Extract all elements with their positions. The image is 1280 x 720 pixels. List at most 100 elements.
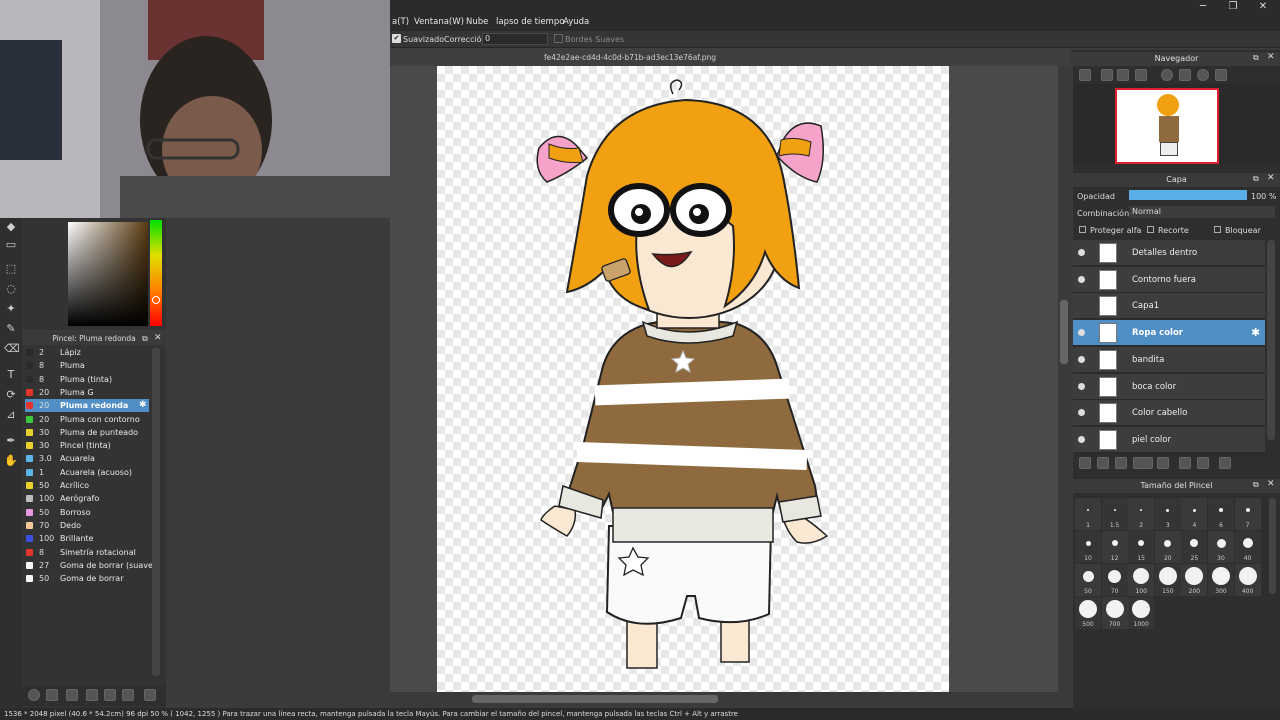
rotate-left-icon[interactable]	[1161, 69, 1173, 81]
layer-row[interactable]: bandita	[1073, 346, 1265, 373]
zoom-out-icon[interactable]	[1135, 69, 1147, 81]
menu-filter[interactable]: a(T)	[392, 17, 409, 27]
merge-layer-icon[interactable]	[1197, 457, 1209, 469]
brush-item[interactable]: 100 Brillante	[25, 532, 149, 545]
brush-size-option[interactable]: 6	[1208, 498, 1234, 530]
menu-ayuda[interactable]: Ayuda	[563, 17, 589, 27]
brush-item[interactable]: 30 Pincel (tinta)	[25, 439, 149, 452]
zoom-fit-icon[interactable]	[1117, 69, 1129, 81]
brush-item[interactable]: 1 Acuarela (acuoso)	[25, 466, 149, 479]
hand-tool-icon[interactable]: ✋	[4, 454, 18, 468]
canvas-horizontal-scrollbar[interactable]	[390, 692, 1070, 706]
correction-select[interactable]: 0	[482, 33, 548, 45]
delete-layer-icon[interactable]	[1219, 457, 1231, 469]
navigator-popout-icon[interactable]: ⧉	[1253, 53, 1259, 63]
brush-size-option[interactable]: 12	[1101, 531, 1128, 563]
minimize-button[interactable]: ─	[1188, 0, 1218, 14]
brush-size-scrollbar[interactable]	[1269, 498, 1276, 594]
layer-row[interactable]: Color cabello	[1073, 400, 1265, 427]
layer-row[interactable]: piel color	[1073, 426, 1265, 453]
visibility-eye-icon[interactable]	[1078, 382, 1085, 390]
gradient-icon[interactable]: ▭	[4, 238, 18, 252]
fill-icon[interactable]: ◆	[4, 220, 18, 234]
brush-size-option[interactable]: 1000	[1128, 597, 1155, 629]
layer-settings-gear-icon[interactable]: ✱	[1251, 326, 1260, 339]
brush-size-option[interactable]: 50	[1075, 564, 1101, 596]
smoothing-checkbox[interactable]: ✔	[392, 34, 401, 43]
magic-wand-icon[interactable]: ✦	[4, 302, 18, 316]
brush-item[interactable]: 50 Acrílico	[25, 479, 149, 492]
brush-size-option[interactable]: 1	[1075, 498, 1101, 530]
brush-item[interactable]: 50 Borroso	[25, 506, 149, 519]
layer-scrollbar[interactable]	[1267, 240, 1275, 440]
navigator-close-icon[interactable]: ✕	[1267, 52, 1275, 62]
brush-size-option[interactable]: 400	[1234, 564, 1261, 596]
brush-scrollbar[interactable]	[152, 348, 160, 676]
brush-size-option[interactable]: 4	[1181, 498, 1208, 530]
document-tab[interactable]: fe42e2ae-cd4d-4c0d-b71b-ad3ec13e76af.png	[390, 48, 1070, 66]
pen-tool-icon[interactable]: ✒	[4, 434, 18, 448]
brush-size-option[interactable]: 20	[1154, 531, 1181, 563]
layer-close-icon[interactable]: ✕	[1267, 173, 1275, 183]
visibility-eye-icon[interactable]	[1078, 329, 1085, 337]
brush-item[interactable]: 70 Dedo	[25, 519, 149, 532]
trash-icon[interactable]	[144, 689, 156, 701]
select-pen-icon[interactable]: ✎	[4, 322, 18, 336]
brush-size-option[interactable]: 40	[1234, 531, 1261, 563]
brush-item[interactable]: 27 Goma de borrar (suave)	[25, 559, 156, 572]
brush-size-option[interactable]: 10	[1075, 531, 1101, 563]
eyedropper-icon[interactable]: ⊿	[4, 408, 18, 422]
navigator-viewport[interactable]	[1115, 88, 1219, 164]
reset-view-icon[interactable]	[1215, 69, 1227, 81]
brush-item[interactable]: 20 Pluma con contorno	[25, 413, 149, 426]
brush-size-option[interactable]: 300	[1208, 564, 1234, 596]
brush-size-option[interactable]: 700	[1101, 597, 1128, 629]
soft-edges-checkbox[interactable]	[554, 34, 563, 43]
brush-size-option[interactable]: 15	[1128, 531, 1155, 563]
layer-row[interactable]: Contorno fuera	[1073, 266, 1265, 293]
hscroll-thumb[interactable]	[472, 695, 718, 703]
drawing-canvas[interactable]	[437, 66, 949, 692]
brush-size-option[interactable]: 25	[1181, 531, 1208, 563]
layer-row[interactable]: boca color	[1073, 373, 1265, 400]
brush-settings-gear-icon[interactable]: ✱	[139, 399, 147, 412]
brush-item[interactable]: 8 Simetría rotacional	[25, 546, 149, 559]
menu-ventana[interactable]: Ventana(W)	[414, 17, 464, 27]
brush-item[interactable]: 2 Lápiz	[25, 346, 149, 359]
zoom-in-alt-icon[interactable]	[1101, 69, 1113, 81]
add-brush-icon[interactable]	[66, 689, 78, 701]
color-sv-square[interactable]	[68, 222, 148, 326]
select-eraser-icon[interactable]: ⌫	[4, 342, 20, 356]
layer-row[interactable]: Detalles dentro	[1073, 240, 1265, 266]
new-layer-icon[interactable]	[1079, 457, 1091, 469]
brush-size-option[interactable]: 150	[1154, 564, 1181, 596]
clipping-checkbox[interactable]	[1147, 226, 1154, 233]
brush-size-option[interactable]: 70	[1101, 564, 1128, 596]
operation-icon[interactable]: ⟳	[4, 388, 18, 402]
layer-popout-icon[interactable]: ⧉	[1253, 174, 1259, 184]
layer-row[interactable]: Ropa color ✱	[1073, 320, 1265, 347]
visibility-eye-icon[interactable]	[1078, 249, 1085, 256]
brush-size-option[interactable]: 30	[1208, 531, 1234, 563]
brush-item[interactable]: 20 Pluma G	[25, 386, 149, 399]
layer-type-dropdown-icon[interactable]	[1133, 457, 1153, 469]
layer-folder-icon[interactable]	[1157, 457, 1169, 469]
protect-alpha-checkbox[interactable]	[1079, 226, 1086, 233]
brush-item[interactable]: 50 Goma de borrar	[25, 572, 149, 585]
brush-size-option[interactable]: 200	[1181, 564, 1208, 596]
navigator-preview[interactable]	[1073, 84, 1280, 164]
brush-settings-icon[interactable]	[28, 689, 40, 701]
brush-item[interactable]: 8 Pluma	[25, 359, 149, 372]
zoom-in-icon[interactable]	[1079, 69, 1091, 81]
close-panel-icon[interactable]: ✕	[154, 333, 162, 343]
visibility-eye-icon[interactable]	[1078, 409, 1085, 417]
brush-size-popout-icon[interactable]: ⧉	[1253, 480, 1259, 490]
new-raster-icon[interactable]	[1097, 457, 1109, 469]
duplicate-icon[interactable]	[122, 689, 134, 701]
brush-size-close-icon[interactable]: ✕	[1267, 479, 1275, 489]
visibility-eye-icon[interactable]	[1078, 275, 1085, 283]
brush-item[interactable]: 100 Aerógrafo	[25, 492, 149, 505]
brush-size-option[interactable]: 100	[1128, 564, 1155, 596]
brush-size-option[interactable]: 2	[1128, 498, 1155, 530]
text-tool-icon[interactable]: T	[4, 368, 18, 382]
